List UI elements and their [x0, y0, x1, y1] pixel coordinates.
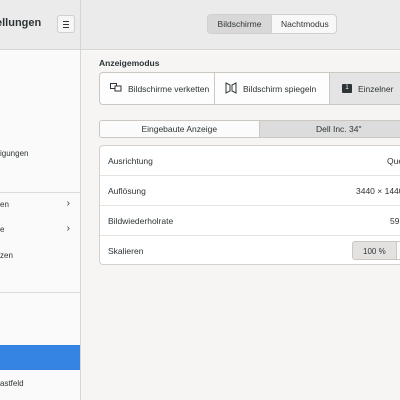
resolution-value: 3440 × 1440 — [356, 186, 400, 196]
window-title: ellungen — [0, 17, 42, 29]
single-display-label: Einzelner — [358, 83, 394, 94]
tab-nachtmodus[interactable]: Nachtmodus — [271, 15, 336, 33]
header-bar: ellungen Bildschirme Nachtmodus — [0, 0, 400, 50]
single-display-icon: 1 — [342, 84, 352, 93]
sidebar: igungen en › e › zen astfeld — [0, 50, 80, 400]
tab-dell-display[interactable]: Dell Inc. 34" — [259, 121, 400, 137]
mirror-display-label: Bildschirm spiegeln — [243, 83, 317, 94]
scale-100-button[interactable]: 100 % — [352, 241, 397, 260]
view-switcher: Bildschirme Nachtmodus — [207, 14, 337, 34]
refresh-rate-label: Bildwiederholrate — [108, 216, 174, 226]
single-display-button[interactable]: 1 Einzelner — [330, 73, 400, 104]
orientation-row[interactable]: Ausrichtung Querf — [100, 146, 400, 176]
sidebar-item-6[interactable]: astfeld — [0, 379, 80, 388]
join-displays-button[interactable]: Bildschirme verketten — [100, 73, 215, 104]
mirror-display-icon — [225, 81, 237, 96]
refresh-rate-value: 59. — [390, 216, 400, 226]
mirror-display-button[interactable]: Bildschirm spiegeln — [215, 73, 330, 104]
chevron-right-icon: › — [66, 223, 70, 234]
sidebar-item-selected[interactable] — [0, 345, 80, 370]
sidebar-item-label: e — [0, 225, 5, 234]
chevron-right-icon: › — [66, 198, 70, 209]
orientation-label: Ausrichtung — [108, 156, 153, 166]
scale-label: Skalieren — [108, 246, 144, 256]
hamburger-menu-button[interactable] — [57, 15, 75, 33]
sidebar-item-4[interactable]: e › — [0, 223, 80, 239]
tab-bildschirme[interactable]: Bildschirme — [208, 15, 271, 33]
settings-window: ellungen Bildschirme Nachtmodus igungen … — [0, 0, 400, 400]
orientation-value: Querf — [387, 156, 400, 166]
display-settings-list: Ausrichtung Querf Auflösung 3440 × 1440 … — [99, 145, 400, 265]
main-content: Anzeigemodus Bildschirme verketten Bilds… — [81, 51, 400, 400]
resolution-label: Auflösung — [108, 186, 146, 196]
join-displays-label: Bildschirme verketten — [128, 83, 210, 94]
join-displays-icon — [110, 83, 122, 94]
scale-row: Skalieren 100 % — [100, 236, 400, 264]
sidebar-item-label: en — [0, 200, 9, 209]
display-selector: Eingebaute Anzeige Dell Inc. 34" — [99, 120, 400, 138]
sidebar-item-5[interactable]: zen — [0, 251, 80, 260]
sidebar-item-label: zen — [0, 251, 13, 260]
sidebar-item-label: astfeld — [0, 379, 24, 388]
resolution-row[interactable]: Auflösung 3440 × 1440 — [100, 176, 400, 206]
sidebar-item-3[interactable]: en › — [0, 198, 80, 214]
sidebar-divider — [0, 192, 80, 193]
display-mode-selector: Bildschirme verketten Bildschirm spiegel… — [99, 72, 400, 105]
sidebar-item-label: igungen — [0, 149, 29, 158]
sidebar-divider — [0, 292, 80, 293]
sidebar-item-2[interactable]: igungen — [0, 149, 80, 158]
scale-selector: 100 % — [352, 241, 400, 260]
tab-builtin-display[interactable]: Eingebaute Anzeige — [100, 121, 260, 137]
refresh-rate-row[interactable]: Bildwiederholrate 59. — [100, 206, 400, 236]
section-title-display-mode: Anzeigemodus — [99, 58, 160, 68]
